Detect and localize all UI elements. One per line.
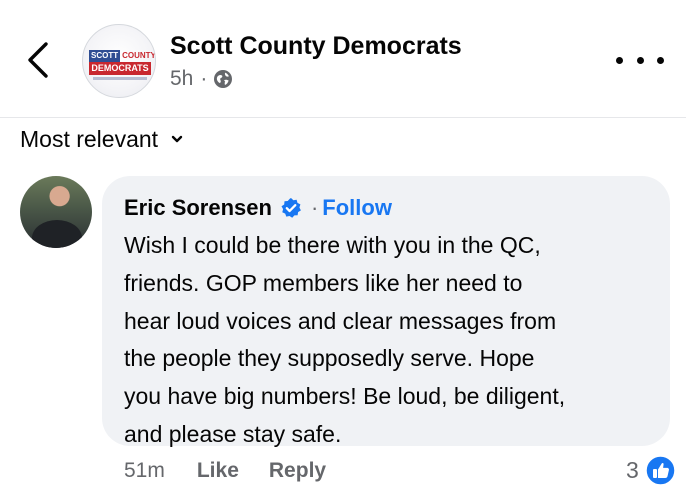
page-name[interactable]: Scott County Democrats [170,31,462,61]
more-dot [657,56,664,64]
chevron-left-icon[interactable] [22,40,54,80]
page-avatar[interactable]: SCOTT COUNTY DEMOCRATS [82,24,156,98]
comment-line: Wish I could be there with you in the QC… [124,232,541,258]
meta-separator: · [200,67,208,90]
reaction-summary[interactable]: 3 [626,454,676,486]
follow-separator: · [310,195,319,220]
comment-actions: 51m Like Reply [124,456,356,486]
comment-line: hear loud voices and clear messages from [124,307,557,334]
sort-label: Most relevant [20,126,159,152]
commenter-avatar[interactable] [20,176,92,248]
comment-time[interactable]: 51m [124,459,165,483]
comment-sort-dropdown[interactable]: Most relevant [20,124,184,154]
post-time[interactable]: 5h [170,67,193,91]
verified-badge-icon [281,198,301,218]
comment-author[interactable]: Eric Sorensen [124,194,272,222]
chevron-down-icon [171,135,183,143]
comment-line: friends. GOP members like her need to [124,269,523,296]
comment-line: you have big numbers! Be loud, be dilige… [124,383,566,410]
reply-button[interactable]: Reply [269,459,326,483]
like-reaction-icon [645,454,676,486]
more-options-button[interactable] [616,52,664,68]
post-meta: 5h · [170,67,233,91]
comment-line: and please stay safe. [124,420,342,447]
comment-line: the people they supposedly serve. Hope [124,345,535,372]
logo-tagline [93,77,147,80]
logo-bottom-text: DEMOCRATS [89,62,151,75]
comment-text: Wish I could be there with you in the QC… [124,227,654,454]
more-dot [616,56,623,64]
reaction-count: 3 [626,456,639,483]
comment-author-row: Eric Sorensen · Follow [124,194,392,222]
logo-top-text: SCOTT COUNTY [89,50,156,62]
follow-label: Follow [322,195,392,220]
post-header: SCOTT COUNTY DEMOCRATS Scott County Democ… [0,0,686,118]
follow-link[interactable]: · Follow [311,194,392,222]
avatar-shirt [32,220,82,248]
more-dot [636,56,644,64]
globe-icon [214,70,233,88]
like-button[interactable]: Like [197,459,239,483]
